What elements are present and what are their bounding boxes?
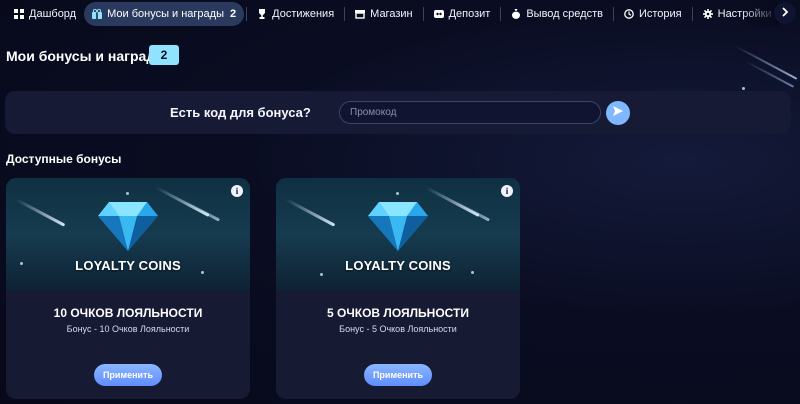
info-icon[interactable]: i [501, 185, 513, 197]
nav-item-deposit[interactable]: Депозит [426, 2, 499, 26]
nav-scroll-right-button[interactable] [774, 2, 796, 24]
top-nav: Дашборд Мои бонусы и награды 2 Достижени… [0, 0, 800, 27]
card-title: 5 ОЧКОВ ЛОЯЛЬНОСТИ [326, 306, 470, 320]
nav-item-achievements[interactable]: Достижения [249, 2, 342, 26]
bonus-card: LOYALTY COINS i 5 ОЧКОВ ЛОЯЛЬНОСТИ Бонус… [276, 178, 520, 399]
nav-item-shop[interactable]: Магазин [347, 2, 420, 26]
wallet-icon [433, 9, 444, 19]
nav-item-label: Депозит [448, 7, 491, 20]
nav-item-withdraw[interactable]: Вывод средств [503, 2, 611, 26]
sparkle [126, 192, 129, 195]
trophy-icon [257, 8, 267, 19]
meteor-streak [453, 200, 491, 222]
nav-item-label: Вывод средств [526, 7, 603, 20]
background-star [742, 87, 745, 90]
gift-icon [92, 8, 103, 19]
nav-divider [344, 6, 346, 21]
meteor-streak [285, 198, 336, 227]
diamond-icon [97, 200, 159, 257]
diamond-icon [367, 200, 429, 257]
section-title: Доступные бонусы [6, 152, 122, 166]
info-icon[interactable]: i [231, 185, 243, 197]
nav-item-dashboard[interactable]: Дашборд [6, 2, 84, 26]
promo-submit-button[interactable] [606, 101, 630, 125]
nav-divider [500, 6, 502, 21]
clock-icon [624, 8, 634, 19]
gear-icon [702, 8, 713, 19]
promo-code-panel: Есть код для бонуса? [5, 91, 791, 134]
money-bag-icon [511, 8, 521, 19]
apply-button[interactable]: Применить [94, 364, 162, 386]
nav-count-badge: 2 [230, 7, 237, 20]
sparkle [396, 192, 399, 195]
bonus-card: LOYALTY COINS i 10 ОЧКОВ ЛОЯЛЬНОСТИ Бону… [6, 178, 250, 399]
card-subtitle: Бонус - 5 Очков Лояльности [339, 324, 457, 334]
sparkle [320, 273, 323, 276]
nav-item-history[interactable]: История [616, 2, 690, 26]
apply-button[interactable]: Применить [364, 364, 432, 386]
nav-item-label: Магазин [370, 7, 413, 20]
nav-divider [612, 6, 614, 21]
bonus-card-banner: LOYALTY COINS i [6, 178, 250, 291]
nav-item-label: Мои бонусы и награды [107, 7, 224, 20]
card-brand-text: LOYALTY COINS [345, 258, 451, 273]
nav-item-label: Достижения [272, 7, 335, 20]
chevron-right-icon [781, 4, 789, 22]
bonus-card-banner: LOYALTY COINS i [276, 178, 520, 291]
page-title: Мои бонусы и награды [6, 48, 168, 64]
nav-divider [691, 6, 693, 21]
card-title: 10 ОЧКОВ ЛОЯЛЬНОСТИ [53, 306, 203, 320]
nav-divider [422, 6, 424, 21]
background-meteor [734, 45, 798, 80]
nav-item-label: Дашборд [29, 7, 77, 20]
nav-divider [246, 6, 248, 21]
meteor-streak [183, 200, 221, 222]
meteor-streak [15, 198, 66, 227]
send-icon [612, 104, 624, 122]
card-subtitle: Бонус - 10 Очков Лояльности [66, 324, 190, 334]
dashboard-grid-icon [14, 8, 24, 19]
promo-code-input[interactable] [339, 101, 601, 124]
bonus-count-badge: 2 [149, 45, 179, 65]
card-brand-text: LOYALTY COINS [75, 258, 181, 273]
nav-item-label: История [638, 7, 682, 20]
promo-label: Есть код для бонуса? [170, 105, 311, 120]
shop-icon [355, 9, 366, 19]
nav-item-bonuses[interactable]: Мои бонусы и награды 2 [84, 1, 245, 26]
